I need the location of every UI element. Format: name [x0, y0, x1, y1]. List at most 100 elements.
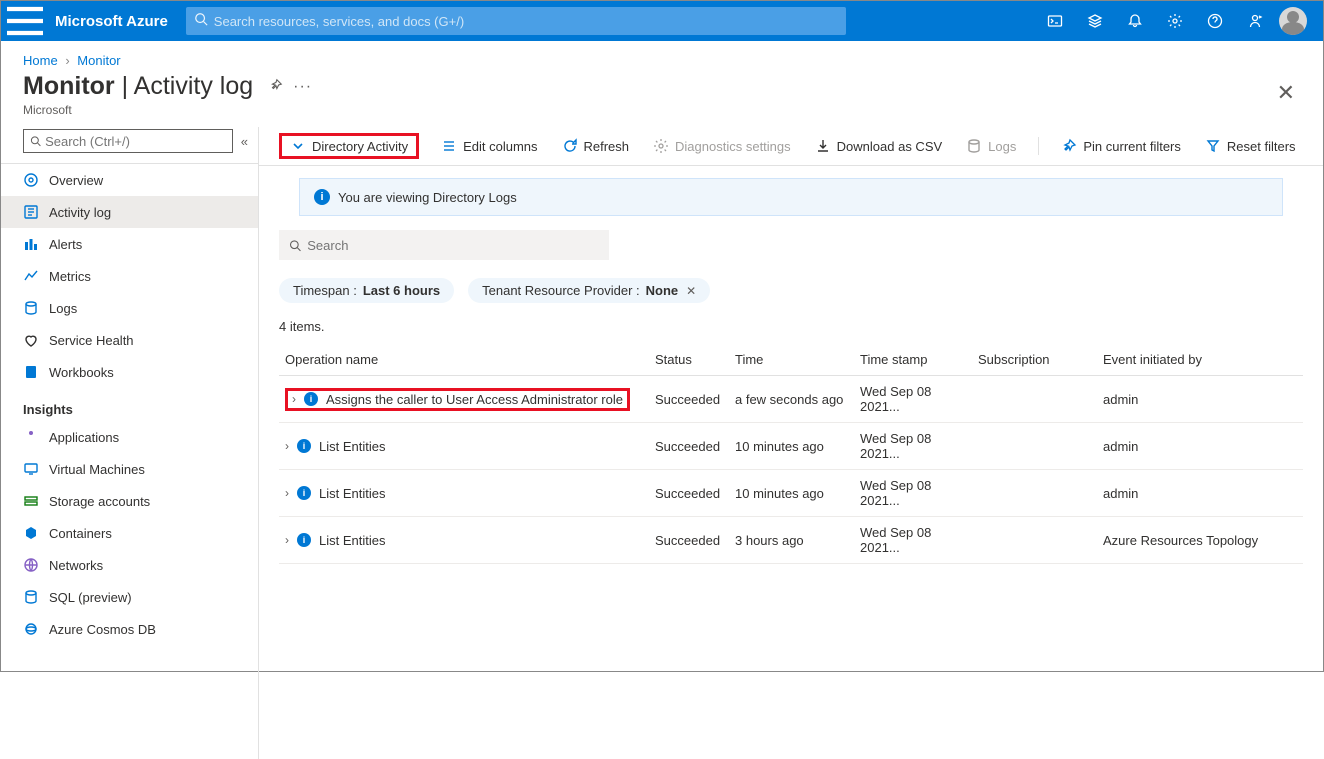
item-count: 4 items.: [279, 319, 1303, 334]
chevron-right-icon[interactable]: ›: [285, 533, 289, 547]
help-icon[interactable]: [1195, 1, 1235, 41]
sidebar-item-service-health[interactable]: Service Health: [1, 324, 258, 356]
notifications-icon[interactable]: [1115, 1, 1155, 41]
directories-icon[interactable]: [1075, 1, 1115, 41]
table-row[interactable]: ›iList EntitiesSucceeded3 hours agoWed S…: [279, 517, 1303, 564]
sidebar-item-networks[interactable]: Networks: [1, 549, 258, 581]
sidebar-item-overview[interactable]: Overview: [1, 164, 258, 196]
pill-tenant[interactable]: Tenant Resource Provider : None ✕: [468, 278, 710, 303]
sidebar-item-vms[interactable]: Virtual Machines: [1, 453, 258, 485]
th-subscription[interactable]: Subscription: [972, 344, 1097, 376]
reset-filters-button[interactable]: Reset filters: [1203, 134, 1298, 158]
cell-sub: [972, 470, 1097, 517]
service-health-icon: [23, 332, 39, 348]
table-search-input[interactable]: [307, 238, 599, 253]
storage-icon: [23, 493, 39, 509]
diagnostics-button[interactable]: Diagnostics settings: [651, 134, 793, 158]
sidebar-item-label: Service Health: [49, 333, 134, 348]
operation-name[interactable]: List Entities: [319, 533, 385, 548]
cell-by: admin: [1097, 470, 1303, 517]
sidebar-item-label: Virtual Machines: [49, 462, 145, 477]
applications-icon: [23, 429, 39, 445]
sidebar-item-label: Azure Cosmos DB: [49, 622, 156, 637]
reset-icon: [1205, 138, 1221, 154]
download-csv-button[interactable]: Download as CSV: [813, 134, 945, 158]
directory-activity-button[interactable]: Directory Activity: [279, 133, 419, 159]
cloud-shell-icon[interactable]: [1035, 1, 1075, 41]
info-icon: i: [297, 439, 311, 453]
cosmos-icon: [23, 621, 39, 637]
table-search[interactable]: [279, 230, 609, 260]
sidebar-item-alerts[interactable]: Alerts: [1, 228, 258, 260]
close-icon[interactable]: ✕: [686, 284, 696, 298]
sidebar-item-storage[interactable]: Storage accounts: [1, 485, 258, 517]
operation-name[interactable]: Assigns the caller to User Access Admini…: [326, 392, 623, 407]
pill-timespan[interactable]: Timespan : Last 6 hours: [279, 278, 454, 303]
global-search-input[interactable]: [214, 14, 838, 29]
gear-icon: [653, 138, 669, 154]
cell-by: Azure Resources Topology: [1097, 517, 1303, 564]
close-icon[interactable]: ✕: [1277, 68, 1295, 106]
table-row[interactable]: ›iList EntitiesSucceeded10 minutes agoWe…: [279, 423, 1303, 470]
sidebar-item-cosmos[interactable]: Azure Cosmos DB: [1, 613, 258, 645]
cell-by: admin: [1097, 423, 1303, 470]
th-operation[interactable]: Operation name: [279, 344, 649, 376]
table-row[interactable]: ›iAssigns the caller to User Access Admi…: [279, 376, 1303, 423]
cell-status: Succeeded: [649, 376, 729, 423]
cell-sub: [972, 423, 1097, 470]
avatar[interactable]: [1279, 7, 1307, 35]
cell-time: 10 minutes ago: [729, 470, 854, 517]
page-title: Monitor | Activity log: [23, 72, 253, 101]
sidebar-item-metrics[interactable]: Metrics: [1, 260, 258, 292]
breadcrumb-monitor[interactable]: Monitor: [77, 53, 120, 68]
menu-icon[interactable]: [1, 0, 49, 45]
chevron-right-icon[interactable]: ›: [285, 486, 289, 500]
sidebar-item-sql[interactable]: SQL (preview): [1, 581, 258, 613]
sidebar-item-label: Storage accounts: [49, 494, 150, 509]
sidebar: « Overview Activity log Alerts Metrics L…: [1, 127, 259, 759]
breadcrumb-home[interactable]: Home: [23, 53, 58, 68]
sidebar-item-logs[interactable]: Logs: [1, 292, 258, 324]
networks-icon: [23, 557, 39, 573]
chevron-right-icon[interactable]: ›: [285, 439, 289, 453]
th-initiated[interactable]: Event initiated by: [1097, 344, 1303, 376]
operation-name[interactable]: List Entities: [319, 439, 385, 454]
more-icon[interactable]: ···: [293, 78, 312, 96]
refresh-button[interactable]: Refresh: [560, 134, 632, 158]
sidebar-item-label: Overview: [49, 173, 103, 188]
activity-log-icon: [23, 204, 39, 220]
table-row[interactable]: ›iList EntitiesSucceeded10 minutes agoWe…: [279, 470, 1303, 517]
chevron-right-icon[interactable]: ›: [292, 392, 296, 406]
sidebar-search[interactable]: [23, 129, 233, 153]
sidebar-item-applications[interactable]: Applications: [1, 421, 258, 453]
sidebar-search-input[interactable]: [45, 134, 226, 149]
th-status[interactable]: Status: [649, 344, 729, 376]
pin-icon[interactable]: [269, 78, 283, 95]
cell-sub: [972, 517, 1097, 564]
th-time[interactable]: Time: [729, 344, 854, 376]
info-icon: i: [297, 533, 311, 547]
info-banner-text: You are viewing Directory Logs: [338, 190, 517, 205]
sidebar-item-label: Workbooks: [49, 365, 114, 380]
logs-button[interactable]: Logs: [964, 134, 1018, 158]
sidebar-item-activity-log[interactable]: Activity log: [1, 196, 258, 228]
cell-status: Succeeded: [649, 423, 729, 470]
sidebar-item-workbooks[interactable]: Workbooks: [1, 356, 258, 388]
pin-filters-button[interactable]: Pin current filters: [1059, 134, 1183, 158]
settings-icon[interactable]: [1155, 1, 1195, 41]
cell-ts: Wed Sep 08 2021...: [854, 376, 972, 423]
overview-icon: [23, 172, 39, 188]
download-icon: [815, 138, 831, 154]
th-timestamp[interactable]: Time stamp: [854, 344, 972, 376]
global-search[interactable]: [186, 7, 846, 35]
collapse-sidebar-icon[interactable]: «: [241, 134, 248, 149]
toolbar: Directory Activity Edit columns Refresh …: [259, 127, 1323, 166]
page-owner: Microsoft: [1, 103, 334, 127]
sidebar-item-containers[interactable]: Containers: [1, 517, 258, 549]
search-icon: [194, 12, 208, 31]
operation-name[interactable]: List Entities: [319, 486, 385, 501]
feedback-icon[interactable]: [1235, 1, 1275, 41]
edit-columns-button[interactable]: Edit columns: [439, 134, 539, 158]
sidebar-item-label: Logs: [49, 301, 77, 316]
brand-label[interactable]: Microsoft Azure: [49, 13, 186, 30]
